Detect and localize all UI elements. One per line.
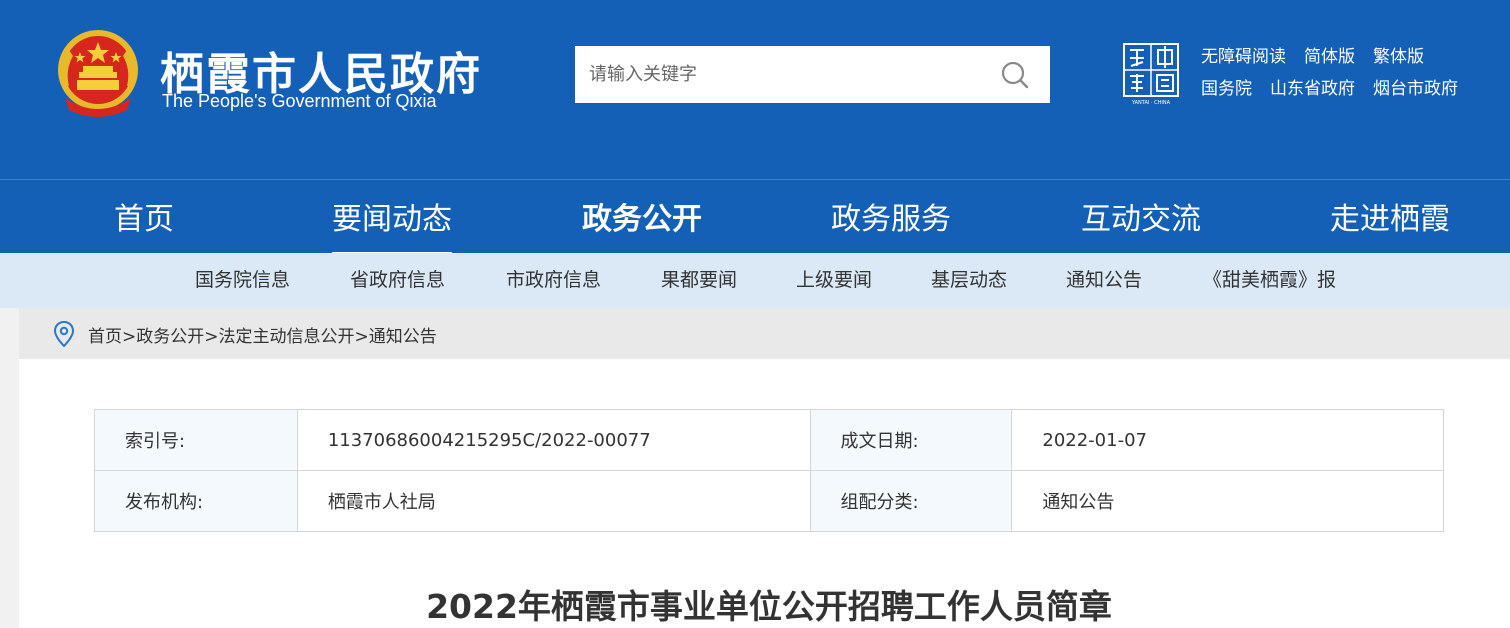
category-label: 组配分类: (809, 470, 1013, 532)
breadcrumb-gov-affairs[interactable]: 政务公开 (136, 327, 204, 347)
publisher-label: 发布机构: (94, 470, 298, 532)
category-value: 通知公告 (1011, 470, 1444, 532)
traditional-chinese-link[interactable]: 繁体版 (1373, 42, 1424, 67)
yantai-logo-icon: YANTAI · CHINA (1123, 43, 1179, 106)
breadcrumb-legal-info[interactable]: 法定主动信息公开 (219, 327, 355, 347)
search-box (575, 46, 1050, 103)
breadcrumb: 首页>政务公开>法定主动信息公开>通知公告 (88, 322, 437, 347)
subnav-local-news[interactable]: 果都要闻 (661, 253, 737, 308)
publisher-value: 栖霞市人社局 (296, 470, 811, 532)
search-icon[interactable] (1000, 60, 1030, 90)
breadcrumb-separator: > (122, 327, 137, 347)
breadcrumb-separator: > (204, 327, 219, 347)
nav-gov-affairs[interactable]: 政务公开 (582, 180, 702, 254)
index-number-label: 索引号: (94, 409, 298, 471)
top-links: 无障碍阅读 简体版 繁体版 国务院 山东省政府 烟台市政府 (1201, 38, 1476, 102)
breadcrumb-notices[interactable]: 通知公告 (369, 327, 437, 347)
shandong-gov-link[interactable]: 山东省政府 (1270, 74, 1355, 99)
index-number-value: 11370686004215295C/2022-00077 (296, 409, 811, 471)
search-input[interactable] (575, 46, 995, 103)
table-row: 索引号: 11370686004215295C/2022-00077 成文日期:… (94, 409, 1444, 471)
subnav-city-info[interactable]: 市政府信息 (506, 253, 601, 308)
date-value: 2022-01-07 (1011, 409, 1444, 471)
location-pin-icon (53, 321, 75, 347)
subnav-newspaper[interactable]: 《甜美栖霞》报 (1203, 253, 1336, 308)
subnav-notices[interactable]: 通知公告 (1066, 253, 1142, 308)
svg-text:YANTAI · CHINA: YANTAI · CHINA (1131, 100, 1171, 106)
main-nav: 首页 要闻动态 政务公开 政务服务 互动交流 走进栖霞 (0, 179, 1510, 254)
subnav-state-council-info[interactable]: 国务院信息 (195, 253, 290, 308)
simplified-chinese-link[interactable]: 简体版 (1304, 42, 1355, 67)
nav-interaction[interactable]: 互动交流 (1081, 180, 1201, 254)
sub-nav: 国务院信息 省政府信息 市政府信息 果都要闻 上级要闻 基层动态 通知公告 《甜… (0, 253, 1510, 308)
nav-gov-services[interactable]: 政务服务 (831, 180, 951, 254)
site-subtitle: The People's Government of Qixia (162, 91, 437, 111)
nav-about-qixia[interactable]: 走进栖霞 (1330, 180, 1450, 254)
article-title: 2022年栖霞市事业单位公开招聘工作人员简章 (426, 587, 1112, 626)
breadcrumb-home[interactable]: 首页 (88, 327, 122, 347)
subnav-province-info[interactable]: 省政府信息 (350, 253, 445, 308)
accessibility-link[interactable]: 无障碍阅读 (1201, 42, 1286, 67)
national-emblem-icon (58, 30, 138, 117)
nav-home[interactable]: 首页 (114, 180, 174, 254)
state-council-link[interactable]: 国务院 (1201, 74, 1252, 99)
subnav-grassroots[interactable]: 基层动态 (931, 253, 1007, 308)
subnav-superior-news[interactable]: 上级要闻 (796, 253, 872, 308)
breadcrumb-separator: > (354, 327, 369, 347)
nav-news[interactable]: 要闻动态 (332, 180, 452, 254)
document-info-table: 索引号: 11370686004215295C/2022-00077 成文日期:… (94, 409, 1444, 532)
table-row: 发布机构: 栖霞市人社局 组配分类: 通知公告 (94, 470, 1444, 532)
yantai-gov-link[interactable]: 烟台市政府 (1373, 74, 1458, 99)
date-label: 成文日期: (809, 409, 1013, 471)
